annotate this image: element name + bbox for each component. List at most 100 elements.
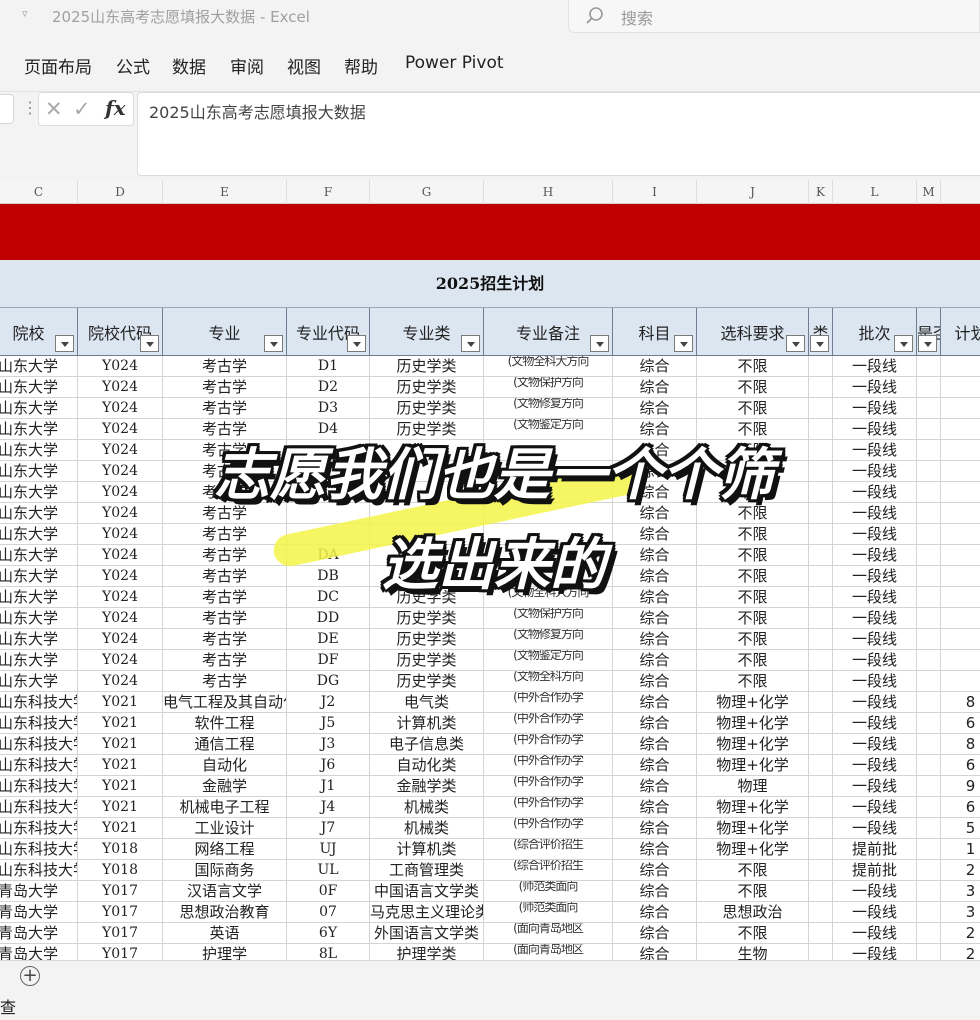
cell-major[interactable]: 网络工程 <box>163 839 287 860</box>
cell-category[interactable] <box>809 608 833 629</box>
cell-flag[interactable] <box>917 608 941 629</box>
cell-school[interactable]: 青岛大学 <box>0 881 78 902</box>
cell-batch[interactable]: 提前批 <box>833 860 917 881</box>
cell-subject-requirement[interactable]: 不限 <box>697 923 809 944</box>
cell-school[interactable]: 山东科技大学 <box>0 776 78 797</box>
cell-major-category[interactable]: 电子信息类 <box>370 734 484 755</box>
cell-major[interactable]: 考古学 <box>163 377 287 398</box>
cell-subject-requirement[interactable]: 不限 <box>697 881 809 902</box>
cell-major-note[interactable]: (中外合作办学 <box>484 797 613 818</box>
cell-major-category[interactable]: 中国语言文学类 <box>370 881 484 902</box>
cell-major-code[interactable]: D2 <box>287 377 370 398</box>
cell-category[interactable] <box>809 692 833 713</box>
filter-dropdown-icon[interactable] <box>140 335 159 352</box>
cell-flag[interactable] <box>917 734 941 755</box>
spreadsheet-grid[interactable]: 院校院校代码专业专业代码专业类专业备注科目选科要求类批次是否计划 山东大学Y02… <box>0 308 980 960</box>
tab-review[interactable]: 审阅 <box>230 53 264 78</box>
cell-school-code[interactable]: Y018 <box>78 839 163 860</box>
cell-major[interactable]: 英语 <box>163 923 287 944</box>
cell-school[interactable]: 山东科技大学 <box>0 839 78 860</box>
cell-school-code[interactable]: Y021 <box>78 692 163 713</box>
cell-major-code[interactable]: DE <box>287 629 370 650</box>
cell-major-note[interactable]: (文物全科方向 <box>484 671 613 692</box>
cell-plan[interactable] <box>941 377 980 398</box>
cell-major-code[interactable]: J3 <box>287 734 370 755</box>
cell-flag[interactable] <box>917 692 941 713</box>
cell-major[interactable]: 软件工程 <box>163 713 287 734</box>
tab-page-layout[interactable]: 页面布局 <box>24 53 92 78</box>
cell-major[interactable]: 考古学 <box>163 650 287 671</box>
cell-subject-requirement[interactable]: 物理+化学 <box>697 839 809 860</box>
cell-subject[interactable]: 综合 <box>613 734 697 755</box>
cell-flag[interactable] <box>917 671 941 692</box>
cell-major-category[interactable]: 电气类 <box>370 692 484 713</box>
column-header-l[interactable]: L <box>833 180 917 204</box>
cell-school-code[interactable]: Y021 <box>78 797 163 818</box>
cell-school[interactable]: 青岛大学 <box>0 923 78 944</box>
cell-subject[interactable]: 综合 <box>613 608 697 629</box>
cell-batch[interactable]: 一段线 <box>833 902 917 923</box>
cell-school[interactable]: 山东大学 <box>0 356 78 377</box>
cell-school[interactable]: 山东科技大学 <box>0 860 78 881</box>
cell-major[interactable]: 考古学 <box>163 608 287 629</box>
cell-major-note[interactable]: (中外合作办学 <box>484 818 613 839</box>
cell-category[interactable] <box>809 902 833 923</box>
cell-major-note[interactable]: (文物保护方向 <box>484 608 613 629</box>
cell-major-note[interactable]: (中外合作办学 <box>484 755 613 776</box>
cell-major-category[interactable]: 护理学类 <box>370 944 484 960</box>
tab-power-pivot[interactable]: Power Pivot <box>405 53 504 73</box>
cell-plan[interactable] <box>941 398 980 419</box>
cell-category[interactable] <box>809 671 833 692</box>
cell-flag[interactable] <box>917 881 941 902</box>
cell-school[interactable]: 山东科技大学 <box>0 818 78 839</box>
cell-major-note[interactable]: (面向青岛地区 <box>484 923 613 944</box>
cell-major-code[interactable]: J7 <box>287 818 370 839</box>
cell-school-code[interactable]: Y021 <box>78 713 163 734</box>
cell-school-code[interactable]: Y017 <box>78 881 163 902</box>
cell-major-code[interactable]: D1 <box>287 356 370 377</box>
cell-subject-requirement[interactable]: 物理+化学 <box>697 818 809 839</box>
cell-major[interactable]: 电气工程及其自动化 <box>163 692 287 713</box>
column-header-e[interactable]: E <box>163 180 287 204</box>
cell-school-code[interactable]: Y024 <box>78 650 163 671</box>
cell-major-category[interactable]: 自动化类 <box>370 755 484 776</box>
cell-school-code[interactable]: Y024 <box>78 356 163 377</box>
cell-major-category[interactable]: 机械类 <box>370 818 484 839</box>
column-header-g[interactable]: G <box>370 180 484 204</box>
name-box[interactable] <box>0 94 14 124</box>
cell-batch[interactable]: 一段线 <box>833 713 917 734</box>
cell-major-code[interactable]: 0F <box>287 881 370 902</box>
cell-school[interactable]: 青岛大学 <box>0 944 78 960</box>
cell-school-code[interactable]: Y024 <box>78 629 163 650</box>
filter-dropdown-icon[interactable] <box>590 335 609 352</box>
cell-major[interactable]: 汉语言文学 <box>163 881 287 902</box>
enter-icon[interactable]: ✓ <box>73 97 91 121</box>
cell-category[interactable] <box>809 839 833 860</box>
cell-plan[interactable]: 6 <box>941 713 980 734</box>
cell-major-note[interactable]: (中外合作办学 <box>484 734 613 755</box>
cell-school-code[interactable]: Y024 <box>78 608 163 629</box>
cell-category[interactable] <box>809 755 833 776</box>
cell-school[interactable]: 山东科技大学 <box>0 713 78 734</box>
cell-subject-requirement[interactable]: 不限 <box>697 377 809 398</box>
cell-plan[interactable]: 3 <box>941 902 980 923</box>
cell-school[interactable]: 山东大学 <box>0 650 78 671</box>
cell-flag[interactable] <box>917 629 941 650</box>
cell-subject-requirement[interactable]: 物理+化学 <box>697 734 809 755</box>
cell-major-code[interactable]: 6Y <box>287 923 370 944</box>
cell-batch[interactable]: 一段线 <box>833 650 917 671</box>
cell-major-note[interactable]: (综合评价招生 <box>484 860 613 881</box>
cell-batch[interactable]: 一段线 <box>833 734 917 755</box>
cell-school[interactable]: 山东科技大学 <box>0 692 78 713</box>
cell-flag[interactable] <box>917 377 941 398</box>
cell-major-category[interactable]: 外国语言文学类 <box>370 923 484 944</box>
cell-batch[interactable]: 一段线 <box>833 671 917 692</box>
cell-major-category[interactable]: 马克思主义理论类 <box>370 902 484 923</box>
cell-school-code[interactable]: Y024 <box>78 377 163 398</box>
cell-batch[interactable]: 一段线 <box>833 692 917 713</box>
cell-batch[interactable]: 一段线 <box>833 776 917 797</box>
cell-category[interactable] <box>809 860 833 881</box>
cell-subject[interactable]: 综合 <box>613 713 697 734</box>
cell-major[interactable]: 通信工程 <box>163 734 287 755</box>
cell-major-code[interactable]: D3 <box>287 398 370 419</box>
